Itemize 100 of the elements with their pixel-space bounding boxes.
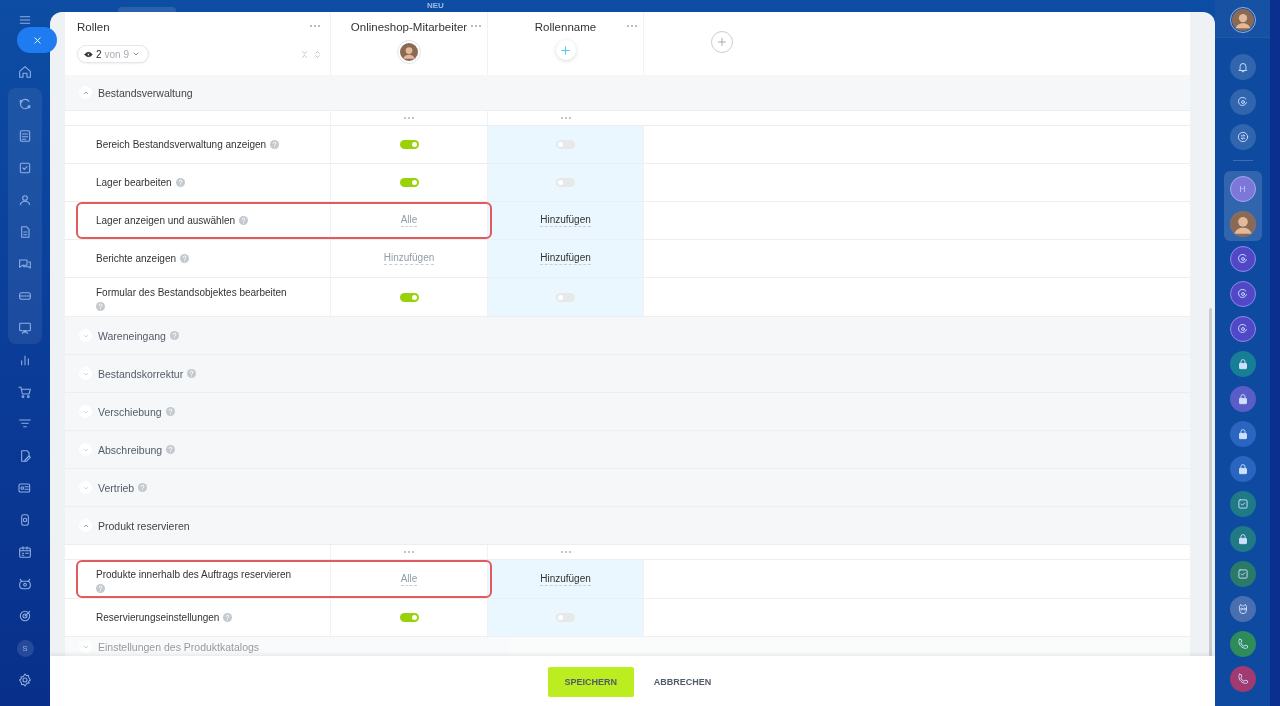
user-avatar[interactable]: S — [16, 639, 34, 657]
toggle-switch[interactable] — [556, 178, 575, 187]
person-silhouette-icon — [1231, 9, 1254, 31]
permission-label: Lager bearbeiten — [96, 177, 172, 188]
permission-label: Formular des Bestandsobjektes bearbeiten — [96, 287, 287, 298]
visibility-filter[interactable]: 2 von 9 — [77, 45, 149, 63]
user-avatar[interactable] — [1229, 7, 1256, 33]
permission-label: Produkte innerhalb des Auftrags reservieren — [96, 569, 292, 580]
role-avatar[interactable] — [397, 40, 421, 64]
more-icon[interactable] — [469, 23, 483, 29]
toggle-switch[interactable] — [556, 140, 575, 149]
id-card-icon[interactable] — [17, 480, 33, 496]
access-link[interactable]: Hinzufügen — [540, 214, 591, 227]
task-icon[interactable] — [17, 160, 33, 176]
home-icon[interactable] — [17, 64, 33, 80]
chat-avatar[interactable] — [1229, 385, 1256, 412]
more-icon[interactable] — [559, 115, 573, 121]
section-title[interactable]: Wareneingang — [98, 329, 166, 342]
target-icon[interactable] — [17, 608, 33, 624]
help-icon — [138, 483, 148, 492]
person-silhouette-icon — [1229, 210, 1256, 237]
plus-icon — [559, 43, 572, 57]
chat-avatar[interactable] — [1229, 525, 1256, 552]
spiral-icon — [1235, 251, 1250, 266]
cart-icon[interactable] — [17, 384, 33, 400]
help-icon — [165, 407, 175, 416]
add-member-button[interactable] — [555, 40, 576, 60]
news-icon[interactable] — [17, 128, 33, 144]
loop-icon[interactable] — [17, 96, 33, 112]
help-icon — [96, 301, 105, 311]
chevron-down-icon — [132, 50, 141, 58]
phone-icon — [1235, 636, 1250, 651]
section-title[interactable]: Bestandskorrektur — [98, 367, 184, 380]
toggle-switch[interactable] — [399, 140, 419, 149]
role-name[interactable]: Rollenname — [534, 21, 597, 33]
chat-button[interactable] — [1229, 123, 1256, 150]
spiral-icon — [1235, 286, 1250, 301]
chat-avatar[interactable] — [1229, 560, 1256, 587]
plus-icon — [715, 35, 729, 49]
settings-icon[interactable] — [17, 672, 33, 688]
permission-label: Berichte anzeigen — [96, 253, 177, 264]
section-title[interactable]: Vertrieb — [98, 481, 135, 494]
section-title[interactable]: Verschiebung — [98, 405, 162, 418]
column-title: Rollen — [77, 21, 110, 33]
collapse-chevron-icon[interactable] — [79, 519, 92, 532]
more-icon[interactable] — [625, 23, 639, 29]
toggle-switch[interactable] — [399, 178, 419, 187]
more-icon[interactable] — [559, 549, 573, 555]
section-title[interactable]: Produkt reservieren — [98, 519, 190, 532]
chat-avatar[interactable] — [1229, 315, 1256, 342]
section-title[interactable]: Bestandsverwaltung — [98, 86, 193, 99]
access-link[interactable]: Hinzufügen — [540, 252, 591, 265]
help-icon — [239, 216, 248, 225]
phone-icon — [1235, 671, 1250, 686]
help-icon — [180, 254, 190, 263]
chat-avatar[interactable] — [1229, 595, 1256, 622]
more-icon[interactable] — [402, 549, 416, 555]
collapse-chevron-icon[interactable] — [79, 86, 92, 99]
more-icon[interactable] — [308, 23, 322, 29]
permission-label: Lager anzeigen und auswählen — [96, 215, 235, 226]
section-title[interactable]: Abschreibung — [98, 443, 163, 456]
chat-avatar[interactable] — [1229, 280, 1256, 307]
toggle-switch[interactable] — [399, 292, 419, 302]
help-icon — [175, 178, 185, 187]
chat-avatar[interactable] — [1229, 630, 1256, 657]
calendar-icon[interactable] — [17, 544, 33, 560]
presentation-icon[interactable] — [17, 320, 33, 336]
contacts-icon[interactable] — [17, 192, 33, 208]
more-icon[interactable] — [402, 115, 416, 121]
cancel-button[interactable]: ABBRECHEN — [639, 666, 726, 697]
help-icon — [270, 140, 280, 149]
scrollbar-thumb[interactable] — [1209, 308, 1212, 656]
toggle-switch[interactable] — [556, 292, 575, 302]
toggle-switch[interactable] — [399, 613, 419, 622]
chat-avatar[interactable] — [1229, 420, 1256, 447]
chat-exchange-icon — [1235, 129, 1250, 144]
chat-avatar[interactable] — [1229, 350, 1256, 377]
role-name[interactable]: Onlineshop-Mitarbeiter — [350, 21, 468, 33]
chat-avatar[interactable] — [1229, 665, 1256, 692]
save-button[interactable]: SPEICHERN — [547, 666, 634, 697]
eye-icon — [84, 49, 93, 59]
access-link[interactable]: Hinzufügen — [540, 572, 591, 586]
help-icon — [166, 445, 176, 454]
robot-icon[interactable] — [17, 576, 33, 592]
chat-avatar[interactable] — [1229, 245, 1256, 272]
close-button[interactable] — [17, 27, 57, 53]
toggle-switch[interactable] — [556, 613, 575, 622]
spiral-icon — [1235, 321, 1250, 336]
expand-all-icon[interactable] — [313, 50, 322, 59]
chat-avatar[interactable] — [1229, 490, 1256, 517]
permission-label: Reservierungseinstellungen — [96, 612, 220, 623]
spiral-icon — [1235, 94, 1250, 109]
help-icon — [169, 331, 179, 340]
help-icon — [96, 583, 105, 593]
checkbox-icon — [1235, 496, 1250, 511]
permission-label: Bereich Bestandsverwaltung anzeigen — [96, 139, 267, 150]
notifications-button[interactable] — [1229, 53, 1256, 80]
chat-avatar[interactable] — [1229, 455, 1256, 482]
chat-icon[interactable] — [17, 256, 33, 272]
contact-avatar[interactable] — [1229, 210, 1256, 237]
